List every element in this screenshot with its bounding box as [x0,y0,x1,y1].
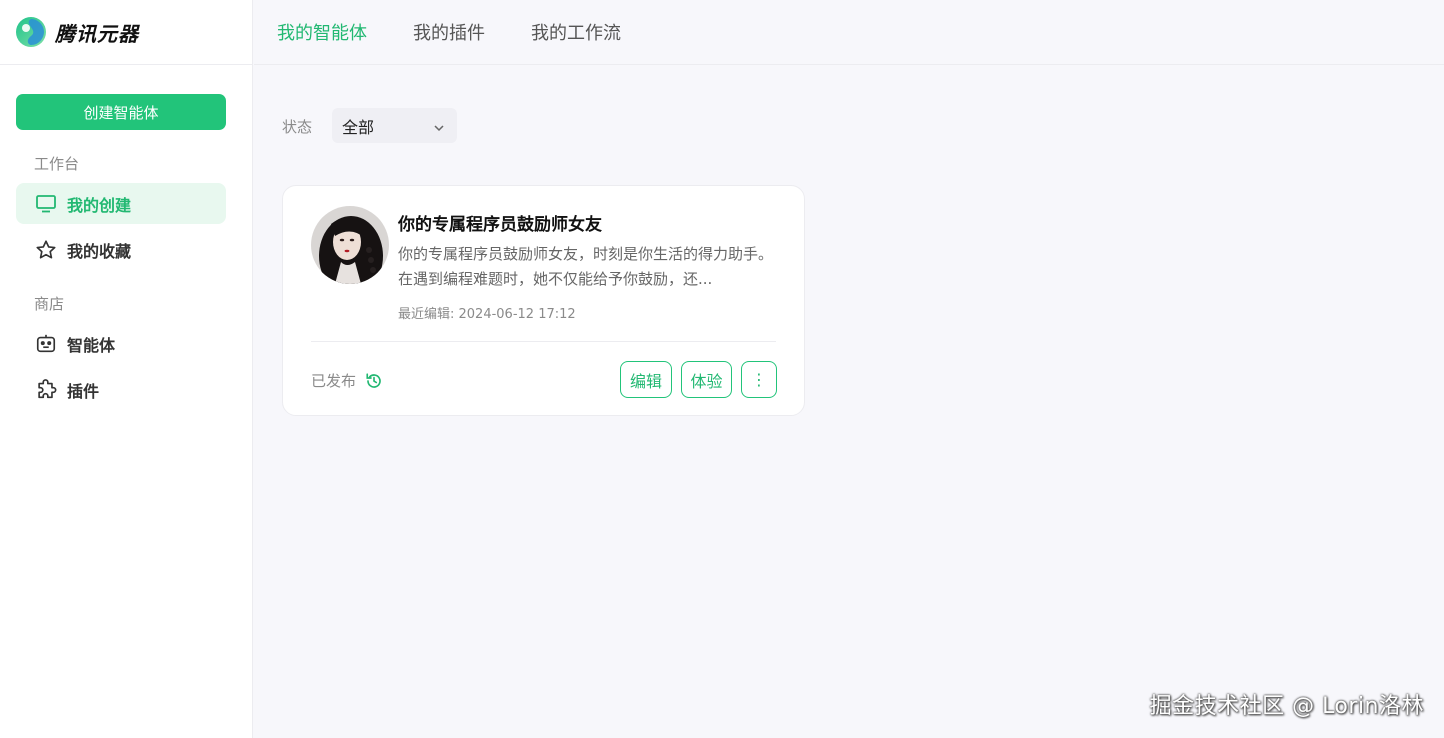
top-tab-bar: 我的智能体 我的插件 我的工作流 [254,0,1444,65]
brand-name: 腾讯元器 [55,21,139,46]
sidebar-item-plugins[interactable]: 插件 [16,369,226,410]
tab-my-agents[interactable]: 我的智能体 [277,19,367,45]
tab-my-workflows[interactable]: 我的工作流 [531,19,621,45]
sidebar-item-label: 智能体 [67,335,116,355]
more-vertical-icon: ⋮ [751,370,767,389]
sidebar-item-agents[interactable]: 智能体 [16,323,226,364]
status-filter-select[interactable]: 全部 [332,108,457,143]
section-label-workbench: 工作台 [34,155,80,173]
agent-card[interactable]: 你的专属程序员鼓励师女友 你的专属程序员鼓励师女友，时刻是你生活的得力助手。在遇… [282,185,805,416]
agent-last-edited: 最近编辑: 2024-06-12 17:12 [398,307,576,322]
sidebar-item-label: 插件 [67,381,100,401]
sidebar-item-my-creations[interactable]: 我的创建 [16,183,226,224]
history-icon[interactable] [365,372,383,390]
sidebar-item-label: 我的创建 [67,195,132,215]
agent-title[interactable]: 你的专属程序员鼓励师女友 [398,210,602,235]
tab-my-plugins[interactable]: 我的插件 [413,19,485,45]
tencent-yuanqi-logo [16,17,46,47]
agent-avatar [311,206,389,284]
chevron-down-icon [433,119,445,138]
star-icon [35,239,57,261]
puzzle-icon [35,378,57,401]
edit-button[interactable]: 编辑 [620,361,672,398]
more-options-button[interactable]: ⋮ [741,361,777,398]
monitor-icon [35,193,57,215]
create-agent-button[interactable]: 创建智能体 [16,94,226,130]
sidebar-item-label: 我的收藏 [67,241,132,261]
try-button[interactable]: 体验 [681,361,732,398]
status-badge: 已发布 [311,372,357,390]
card-divider [311,341,776,342]
status-filter-value: 全部 [342,117,375,137]
brand[interactable]: 腾讯元器 [0,0,252,65]
sidebar: 腾讯元器 创建智能体 工作台 我的创建 我的收藏 商店 智能体 插件 [0,0,253,738]
status-filter-label: 状态 [282,118,313,136]
publish-status: 已发布 [311,370,383,391]
sidebar-item-my-favorites[interactable]: 我的收藏 [16,229,226,270]
watermark: 掘金技术社区 @ Lorin洛林 [1149,694,1424,719]
robot-icon [35,333,57,355]
section-label-store: 商店 [34,295,65,313]
agent-description: 你的专属程序员鼓励师女友，时刻是你生活的得力助手。在遇到编程难题时，她不仅能给予… [398,245,774,288]
